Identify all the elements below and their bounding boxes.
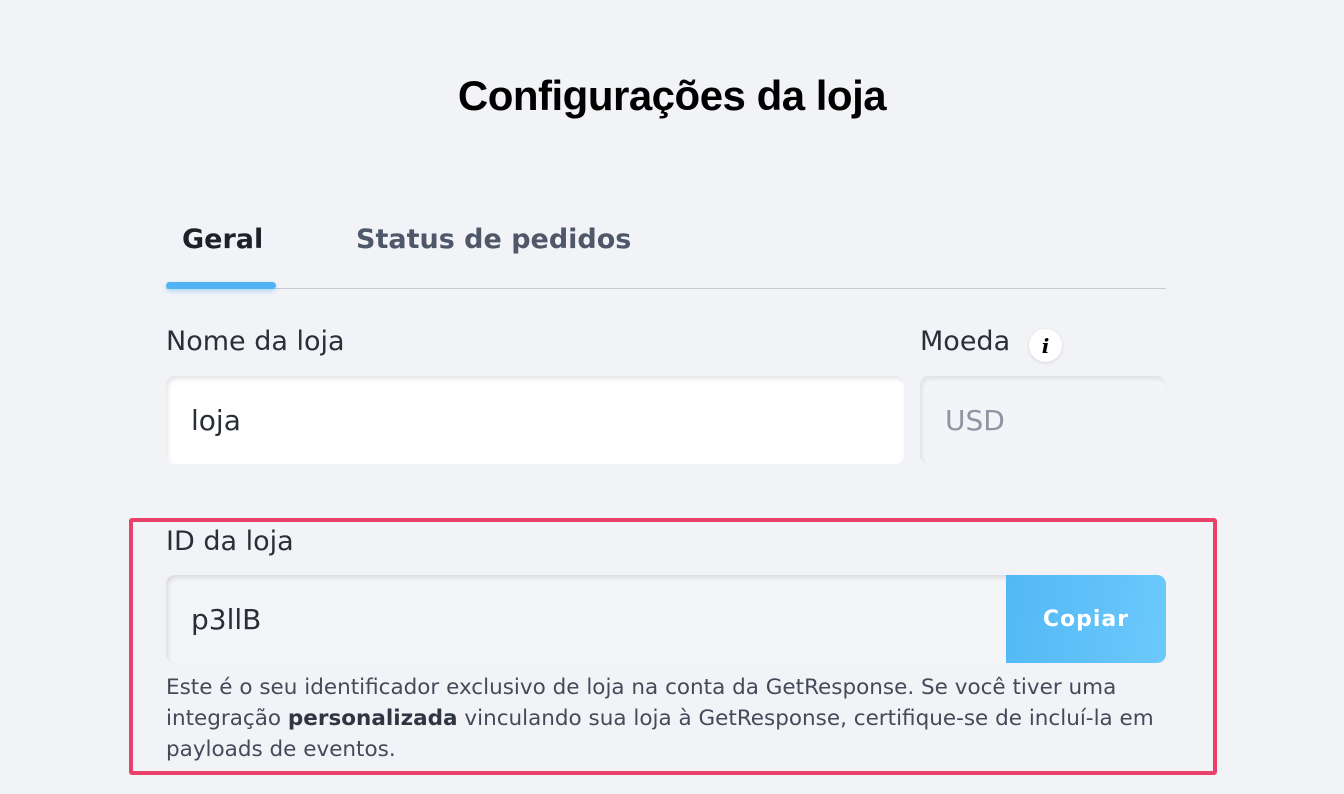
store-id-help-text: Este é o seu identificador exclusivo de … bbox=[166, 672, 1176, 765]
copy-button[interactable]: Copiar bbox=[1006, 575, 1166, 663]
currency-field: USD bbox=[920, 376, 1166, 464]
store-name-value: loja bbox=[191, 403, 241, 437]
store-name-input[interactable]: loja bbox=[166, 376, 904, 464]
store-id-label: ID da loja bbox=[166, 526, 294, 557]
store-name-label: Nome da loja bbox=[166, 326, 345, 357]
tab-bar: Geral Status de pedidos bbox=[166, 214, 1166, 289]
active-tab-indicator bbox=[166, 282, 276, 289]
tab-status-de-pedidos[interactable]: Status de pedidos bbox=[356, 224, 631, 255]
info-icon[interactable]: i bbox=[1029, 329, 1062, 362]
tab-geral[interactable]: Geral bbox=[182, 224, 263, 255]
store-id-value: p3llB bbox=[191, 602, 262, 636]
page-title: Configurações da loja bbox=[457, 72, 887, 119]
help-text-bold: personalizada bbox=[287, 706, 458, 731]
store-id-field[interactable]: p3llB bbox=[166, 575, 1008, 663]
currency-label: Moeda bbox=[920, 326, 1011, 357]
currency-value: USD bbox=[945, 403, 1005, 437]
